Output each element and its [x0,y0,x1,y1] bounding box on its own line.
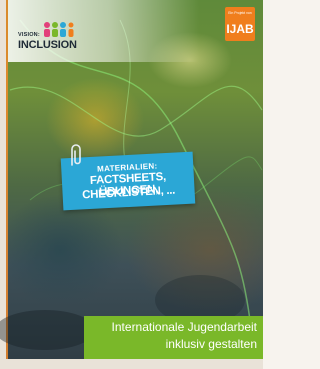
vision-inclusion-logo: VISION: INCLUSION [18,21,82,57]
logo-text-vision: VISION: [18,32,40,38]
brochure-cover: VISION: INCLUSION Ein Projekt von IJAB M… [0,0,263,369]
cover-title-line1: Internationale Jugendarbeit [111,320,257,334]
paperclip-icon [71,144,81,166]
ijab-name: IJAB [226,22,254,36]
ijab-prefix: Ein Projekt von [228,11,252,15]
people-icon [44,22,74,37]
cover-title-line2: inklusiv gestalten [165,337,257,351]
title-box: Internationale Jugendarbeit inklusiv ges… [84,316,263,359]
logo-text-inclusion: INCLUSION [18,39,77,51]
ijab-logo: Ein Projekt von IJAB [225,7,255,41]
